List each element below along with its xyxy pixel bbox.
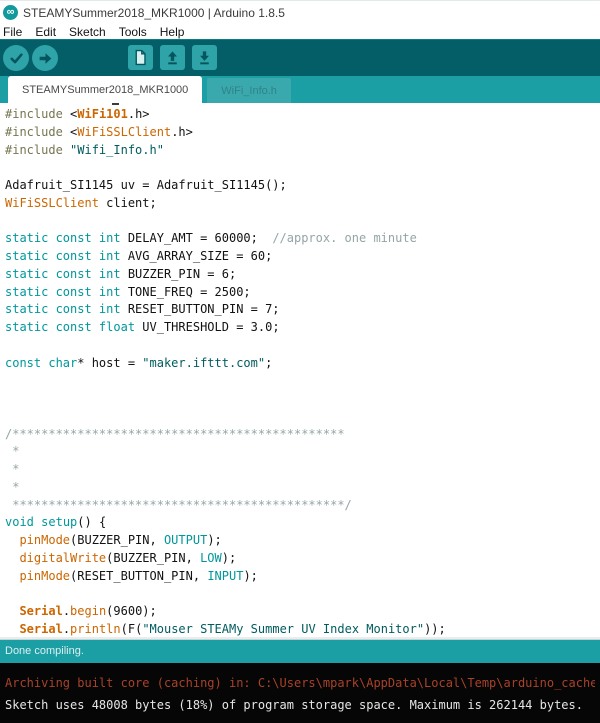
code-line bbox=[5, 213, 600, 231]
status-text: Done compiling. bbox=[5, 645, 84, 657]
code-line: Adafruit_SI1145 uv = Adafruit_SI1145(); bbox=[5, 177, 600, 195]
save-button[interactable] bbox=[192, 45, 217, 70]
code-editor[interactable]: #include <WiFi101.h>#include <WiFiSSLCli… bbox=[0, 103, 600, 637]
upload-button[interactable] bbox=[32, 45, 58, 71]
code-line: /***************************************… bbox=[5, 426, 600, 444]
tabbar: STEAMYSummer2018_MKR1000WiFi_Info.h bbox=[0, 76, 600, 103]
arrow-down-icon bbox=[196, 49, 213, 66]
code-line: const char* host = "maker.ifttt.com"; bbox=[5, 355, 600, 373]
menu-file[interactable]: File bbox=[3, 25, 22, 39]
code-line: static const int AVG_ARRAY_SIZE = 60; bbox=[5, 248, 600, 266]
code-line: * bbox=[5, 443, 600, 461]
code-line: * bbox=[5, 479, 600, 497]
code-line: static const int TONE_FREQ = 2500; bbox=[5, 284, 600, 302]
code-line: #include <WiFi101.h> bbox=[5, 106, 600, 124]
toolbar bbox=[0, 39, 600, 76]
verify-button[interactable] bbox=[3, 45, 29, 71]
arrow-up-icon bbox=[164, 49, 181, 66]
code-line: ****************************************… bbox=[5, 497, 600, 515]
arduino-logo-icon: ∞ bbox=[3, 5, 18, 20]
code-line bbox=[5, 159, 600, 177]
titlebar: ∞ STEAMYSummer2018_MKR1000 | Arduino 1.8… bbox=[0, 0, 600, 24]
code-line: #include <WiFiSSLClient.h> bbox=[5, 124, 600, 142]
document-icon bbox=[132, 49, 149, 66]
code-line: Serial.println(F("Mouser STEAMy Summer U… bbox=[5, 621, 600, 637]
code-line: #include "Wifi_Info.h" bbox=[5, 142, 600, 160]
check-icon bbox=[8, 50, 25, 67]
code-line: pinMode(RESET_BUTTON_PIN, INPUT); bbox=[5, 568, 600, 586]
menu-help[interactable]: Help bbox=[160, 25, 185, 39]
code-line: static const float UV_THRESHOLD = 3.0; bbox=[5, 319, 600, 337]
console-line: Sketch uses 48008 bytes (18%) of program… bbox=[5, 694, 595, 716]
code-line: digitalWrite(BUZZER_PIN, LOW); bbox=[5, 550, 600, 568]
code-line: WiFiSSLClient client; bbox=[5, 195, 600, 213]
menu-sketch[interactable]: Sketch bbox=[69, 25, 106, 39]
menu-edit[interactable]: Edit bbox=[35, 25, 56, 39]
console-line: Archiving built core (caching) in: C:\Us… bbox=[5, 672, 595, 694]
tab-wifi-info-h[interactable]: WiFi_Info.h bbox=[207, 78, 291, 103]
code-line: static const int DELAY_AMT = 60000; //ap… bbox=[5, 230, 600, 248]
code-line: * bbox=[5, 461, 600, 479]
console-output[interactable]: Archiving built core (caching) in: C:\Us… bbox=[0, 663, 600, 723]
tab-steamysummer2018-mkr1000[interactable]: STEAMYSummer2018_MKR1000 bbox=[8, 76, 202, 103]
code-line: Serial.begin(9600); bbox=[5, 603, 600, 621]
code-line: pinMode(BUZZER_PIN, OUTPUT); bbox=[5, 532, 600, 550]
status-bar: Done compiling. bbox=[0, 640, 600, 663]
menubar: File Edit Sketch Tools Help bbox=[0, 24, 600, 39]
code-line: void setup() { bbox=[5, 514, 600, 532]
code-line bbox=[5, 372, 600, 390]
clipped-line-artifact bbox=[112, 103, 119, 105]
code-line bbox=[5, 337, 600, 355]
code-line: static const int RESET_BUTTON_PIN = 7; bbox=[5, 301, 600, 319]
code-line: static const int BUZZER_PIN = 6; bbox=[5, 266, 600, 284]
menu-tools[interactable]: Tools bbox=[119, 25, 147, 39]
arrow-right-icon bbox=[37, 50, 54, 67]
new-button[interactable] bbox=[128, 45, 153, 70]
open-button[interactable] bbox=[160, 45, 185, 70]
code-line bbox=[5, 390, 600, 408]
window-title: STEAMYSummer2018_MKR1000 | Arduino 1.8.5 bbox=[23, 6, 285, 20]
code-line bbox=[5, 408, 600, 426]
arduino-ide-window: ∞ STEAMYSummer2018_MKR1000 | Arduino 1.8… bbox=[0, 0, 600, 723]
code-line bbox=[5, 585, 600, 603]
